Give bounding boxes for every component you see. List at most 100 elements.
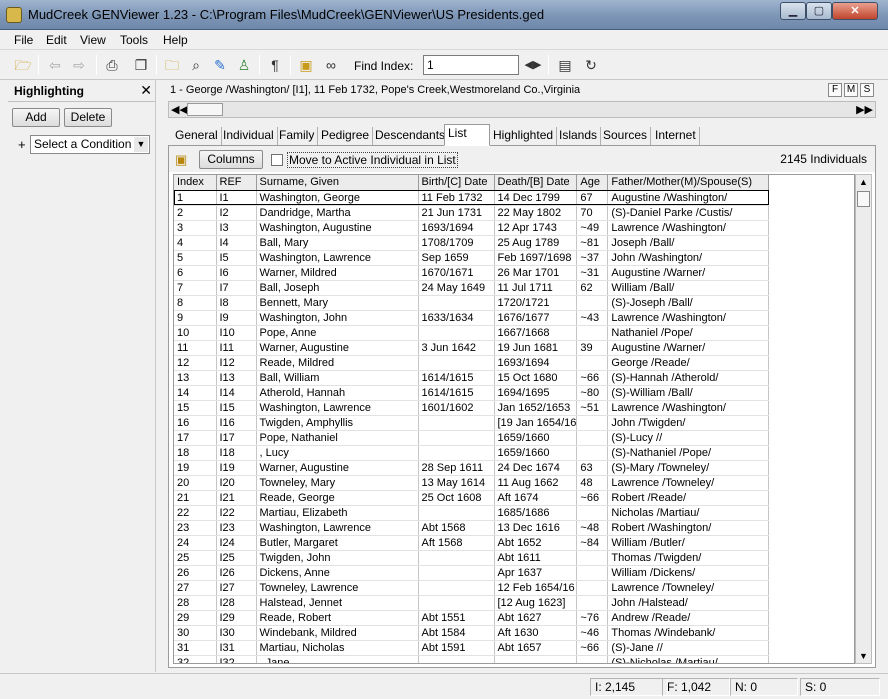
tab-descendants[interactable]: Descendants — [372, 127, 450, 145]
table-row[interactable]: 20 I20 Towneley, Mary 13 May 1614 11 Aug 166… — [174, 475, 770, 491]
spouse-button[interactable]: S — [860, 83, 874, 97]
tab-internet[interactable]: Internet — [652, 127, 700, 145]
back-arrow-icon[interactable]: ⇦ — [46, 56, 64, 74]
table-row[interactable]: 29 I29 Reade, Robert Abt 1551 Abt 1627 ~76 And… — [174, 610, 770, 626]
scroll-up-icon[interactable]: ▲ — [859, 177, 868, 187]
tab-islands[interactable]: Islands — [556, 127, 602, 145]
scroll-right-icon[interactable]: ▶▶ — [856, 103, 873, 116]
table-row[interactable]: 31 I31 Martiau, Nicholas Abt 1591 Abt 1657 ~6… — [174, 640, 770, 656]
column-header-index[interactable]: Index — [174, 175, 217, 191]
tab-pedigree[interactable]: Pedigree — [318, 127, 374, 145]
menu-view[interactable]: View — [80, 33, 106, 47]
copy-icon[interactable]: ❐ — [132, 56, 150, 74]
find-index-input[interactable] — [423, 55, 519, 75]
add-button[interactable]: Add — [12, 108, 60, 127]
table-row[interactable]: 14 I14 Atherold, Hannah 1614/1615 1694/1695 ~… — [174, 385, 770, 401]
table-row[interactable]: 21 I21 Reade, George 25 Oct 1608 Aft 1674 ~66… — [174, 490, 770, 506]
refresh-icon[interactable]: ↻ — [582, 56, 600, 74]
device-icon[interactable]: ▤ — [556, 56, 574, 74]
table-row[interactable]: 9 I9 Washington, John 1633/1634 1676/1677 ~43… — [174, 310, 770, 326]
table-row[interactable]: 25 I25 Twigden, John Abt 1611 Thomas /Twigde… — [174, 550, 770, 566]
table-row[interactable]: 13 I13 Ball, William 1614/1615 15 Oct 1680 ~6… — [174, 370, 770, 386]
binoculars-icon[interactable]: ∞ — [322, 56, 340, 74]
condition-select[interactable]: Select a Condition ▼ — [30, 135, 150, 154]
tab-individual[interactable]: Individual — [220, 127, 278, 145]
table-row[interactable]: 7 I7 Ball, Joseph 24 May 1649 11 Jul 1711 62 W… — [174, 280, 770, 296]
column-header-birth[interactable]: Birth/[C] Date — [418, 175, 495, 191]
list-folder-icon[interactable]: ▣ — [175, 152, 187, 168]
individual-scrollbar[interactable]: ◀◀ ▶▶ — [168, 101, 876, 118]
magnifier-icon[interactable]: ⌕ — [187, 56, 205, 74]
table-row[interactable]: 22 I22 Martiau, Elizabeth 1685/1686 Nicholas… — [174, 505, 770, 521]
cell-ref: I2 — [216, 205, 257, 221]
highlighter-icon[interactable]: ✎ — [211, 56, 229, 74]
table-row[interactable]: 18 I18, Lucy 1659/1660 (S)-Nathaniel /Pope/ — [174, 445, 770, 461]
table-row[interactable]: 19 I19 Warner, Augustine 28 Sep 1611 24 Dec … — [174, 460, 770, 476]
cell-index: 6 — [174, 265, 217, 281]
tab-sources[interactable]: Sources — [600, 127, 652, 145]
column-header-ref[interactable]: REF — [216, 175, 257, 191]
close-button[interactable]: ✕ — [832, 2, 878, 20]
table-row[interactable]: 1 I1 Washington, George 11 Feb 1732 14 Dec 1… — [174, 190, 770, 206]
tab-general[interactable]: General — [172, 127, 222, 145]
table-row[interactable]: 11 I11 Warner, Augustine 3 Jun 1642 19 Jun 1… — [174, 340, 770, 356]
column-header-relations[interactable]: Father/Mother(M)/Spouse(S) — [607, 175, 770, 191]
column-header-name[interactable]: Surname, Given — [256, 175, 419, 191]
table-row[interactable]: 30 I30 Windebank, Mildred Abt 1584 Aft 1630 ~… — [174, 625, 770, 641]
scroll-down-icon[interactable]: ▼ — [859, 651, 868, 661]
delete-button[interactable]: Delete — [64, 108, 112, 127]
scroll-left-icon[interactable]: ◀◀ — [171, 103, 188, 116]
menu-file[interactable]: File — [14, 33, 33, 47]
table-row[interactable]: 10 I10 Pope, Anne 1667/1668 Nathaniel /Pope/ — [174, 325, 770, 341]
column-header-age[interactable]: Age — [576, 175, 609, 191]
table-vertical-scrollbar[interactable]: ▲ ▼ — [855, 174, 872, 664]
vertical-scroll-thumb[interactable] — [857, 191, 870, 207]
move-to-active-label[interactable]: Move to Active Individual in List — [287, 152, 458, 168]
expand-plus-icon[interactable]: + — [18, 137, 26, 152]
cell-relations: Thomas /Twigden/ — [607, 550, 770, 566]
menu-tools[interactable]: Tools — [120, 33, 148, 47]
panel-close-icon[interactable]: ✕ — [140, 82, 152, 99]
columns-button[interactable]: Columns — [199, 150, 263, 169]
column-header-death[interactable]: Death/[B] Date — [494, 175, 578, 191]
table-row[interactable]: 12 I12 Reade, Mildred 1693/1694 George /Read… — [174, 355, 770, 371]
tab-list[interactable]: List — [444, 124, 490, 146]
scroll-thumb[interactable] — [187, 103, 223, 116]
cell-birth — [418, 505, 495, 521]
minimize-button[interactable]: ▁ — [780, 2, 806, 20]
table-row[interactable]: 32 I32, Jane (S)-Nicholas /Martiau/ — [174, 655, 770, 663]
menu-edit[interactable]: Edit — [46, 33, 67, 47]
table-row[interactable]: 6 I6 Warner, Mildred 1670/1671 26 Mar 1701 ~3… — [174, 265, 770, 281]
table-row[interactable]: 5 I5 Washington, Lawrence Sep 1659 Feb 1697/… — [174, 250, 770, 266]
menu-help[interactable]: Help — [163, 33, 188, 47]
father-button[interactable]: F — [828, 83, 842, 97]
forward-arrow-icon[interactable]: ⇨ — [70, 56, 88, 74]
table-row[interactable]: 4 I4 Ball, Mary 1708/1709 25 Aug 1789 ~81 Jose… — [174, 235, 770, 251]
open-folder-icon[interactable]: 🗁 — [14, 56, 32, 74]
move-to-active-checkbox[interactable] — [271, 154, 283, 166]
tab-family[interactable]: Family — [276, 127, 319, 145]
pilcrow-icon[interactable]: ¶ — [266, 56, 284, 74]
chevron-down-icon[interactable]: ▼ — [134, 137, 148, 152]
cell-ref: I28 — [216, 595, 257, 611]
folder-arrow-icon[interactable]: ▣ — [297, 56, 315, 74]
person-icon[interactable]: ♙ — [235, 56, 253, 74]
table-row[interactable]: 2 I2 Dandridge, Martha 21 Jun 1731 22 May 18… — [174, 205, 770, 221]
table-row[interactable]: 8 I8 Bennett, Mary 1720/1721 (S)-Joseph /Bal… — [174, 295, 770, 311]
prev-next-arrows-icon[interactable]: ◀▶ — [524, 56, 542, 74]
folder-search-icon[interactable]: 🗀 — [163, 56, 181, 74]
tab-highlighted[interactable]: Highlighted — [490, 127, 558, 145]
table-row[interactable]: 15 I15 Washington, Lawrence 1601/1602 Jan 16… — [174, 400, 770, 416]
maximize-button[interactable]: ▢ — [806, 2, 832, 20]
mother-button[interactable]: M — [844, 83, 858, 97]
table-row[interactable]: 23 I23 Washington, Lawrence Abt 1568 13 Dec … — [174, 520, 770, 536]
table-row[interactable]: 16 I16 Twigden, Amphyllis [19 Jan 1654/16 Jo… — [174, 415, 770, 431]
print-icon[interactable]: ⎙ — [103, 56, 121, 74]
table-row[interactable]: 24 I24 Butler, Margaret Aft 1568 Abt 1652 ~84… — [174, 535, 770, 551]
table-row[interactable]: 27 I27 Towneley, Lawrence 12 Feb 1654/16 Law… — [174, 580, 770, 596]
table-row[interactable]: 26 I26 Dickens, Anne Apr 1637 William /Dicke… — [174, 565, 770, 581]
table-row[interactable]: 17 I17 Pope, Nathaniel 1659/1660 (S)-Lucy // — [174, 430, 770, 446]
table-row[interactable]: 3 I3 Washington, Augustine 1693/1694 12 Apr … — [174, 220, 770, 236]
table-row[interactable]: 28 I28 Halstead, Jennet [12 Aug 1623] John /… — [174, 595, 770, 611]
cell-birth: 3 Jun 1642 — [418, 340, 495, 356]
